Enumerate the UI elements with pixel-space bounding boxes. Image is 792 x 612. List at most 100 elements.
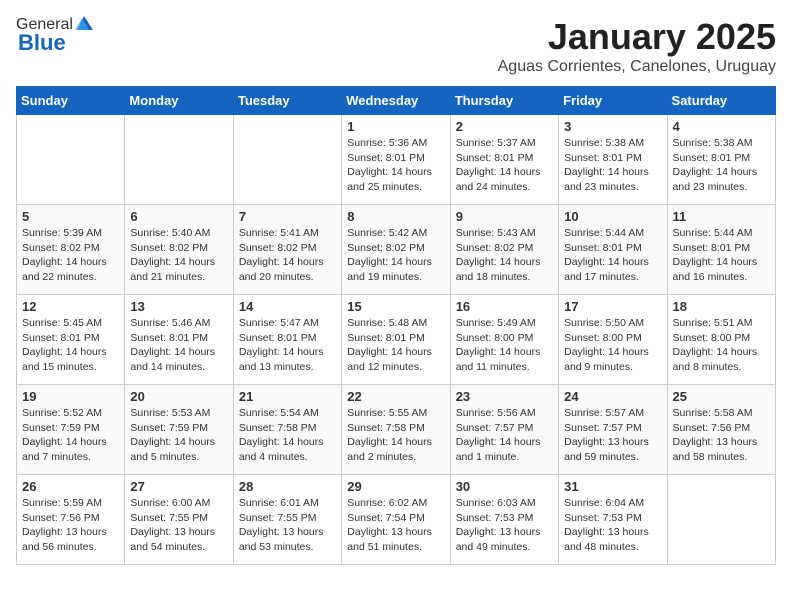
day-number: 14 <box>239 299 336 314</box>
weekday-header: Thursday <box>450 87 558 115</box>
day-number: 12 <box>22 299 119 314</box>
location-subtitle: Aguas Corrientes, Canelones, Uruguay <box>498 58 776 76</box>
day-number: 10 <box>564 209 661 224</box>
day-number: 6 <box>130 209 227 224</box>
page-header: General Blue January 2025 Aguas Corrient… <box>16 16 776 76</box>
calendar-day-cell: 6 Sunrise: 5:40 AM Sunset: 8:02 PM Daylig… <box>125 205 233 295</box>
calendar-week-row: 19 Sunrise: 5:52 AM Sunset: 7:59 PM Dayli… <box>17 385 776 475</box>
calendar-day-cell: 30 Sunrise: 6:03 AM Sunset: 7:53 PM Dayli… <box>450 475 558 565</box>
logo: General Blue <box>16 16 93 56</box>
calendar-day-cell: 25Sunrise: 5:58 AM Sunset: 7:56 PM Dayli… <box>667 385 775 475</box>
calendar-day-cell: 8Sunrise: 5:42 AM Sunset: 8:02 PM Daylig… <box>342 205 450 295</box>
day-info: Sunrise: 5:47 AM Sunset: 8:01 PM Dayligh… <box>239 316 336 375</box>
day-info: Sunrise: 5:41 AM Sunset: 8:02 PM Dayligh… <box>239 226 336 285</box>
day-number: 3 <box>564 119 661 134</box>
calendar-day-cell: 3Sunrise: 5:38 AM Sunset: 8:01 PM Daylig… <box>559 115 667 205</box>
day-number: 17 <box>564 299 661 314</box>
calendar-day-cell: 10 Sunrise: 5:44 AM Sunset: 8:01 PM Dayli… <box>559 205 667 295</box>
day-info: Sunrise: 6:04 AM Sunset: 7:53 PM Dayligh… <box>564 496 661 555</box>
day-number: 11 <box>673 209 770 224</box>
calendar-day-cell: 19 Sunrise: 5:52 AM Sunset: 7:59 PM Dayli… <box>17 385 125 475</box>
day-info: Sunrise: 5:51 AM Sunset: 8:00 PM Dayligh… <box>673 316 770 375</box>
calendar-day-cell: 2 Sunrise: 5:37 AM Sunset: 8:01 PM Daylig… <box>450 115 558 205</box>
day-info: Sunrise: 5:48 AM Sunset: 8:01 PM Dayligh… <box>347 316 444 375</box>
weekday-header: Friday <box>559 87 667 115</box>
day-info: Sunrise: 5:49 AM Sunset: 8:00 PM Dayligh… <box>456 316 553 375</box>
day-number: 23 <box>456 389 553 404</box>
day-number: 25 <box>673 389 770 404</box>
day-number: 28 <box>239 479 336 494</box>
day-info: Sunrise: 5:59 AM Sunset: 7:56 PM Dayligh… <box>22 496 119 555</box>
day-info: Sunrise: 6:03 AM Sunset: 7:53 PM Dayligh… <box>456 496 553 555</box>
day-number: 26 <box>22 479 119 494</box>
calendar-day-cell: 20Sunrise: 5:53 AM Sunset: 7:59 PM Dayli… <box>125 385 233 475</box>
day-number: 5 <box>22 209 119 224</box>
calendar-day-cell: 4 Sunrise: 5:38 AM Sunset: 8:01 PM Daylig… <box>667 115 775 205</box>
day-number: 19 <box>22 389 119 404</box>
day-number: 2 <box>456 119 553 134</box>
day-info: Sunrise: 5:46 AM Sunset: 8:01 PM Dayligh… <box>130 316 227 375</box>
weekday-header: Sunday <box>17 87 125 115</box>
day-number: 29 <box>347 479 444 494</box>
calendar-day-cell <box>17 115 125 205</box>
day-info: Sunrise: 5:44 AM Sunset: 8:01 PM Dayligh… <box>564 226 661 285</box>
calendar-day-cell: 28Sunrise: 6:01 AM Sunset: 7:55 PM Dayli… <box>233 475 341 565</box>
day-number: 9 <box>456 209 553 224</box>
calendar-day-cell: 31Sunrise: 6:04 AM Sunset: 7:53 PM Dayli… <box>559 475 667 565</box>
calendar-day-cell: 13 Sunrise: 5:46 AM Sunset: 8:01 PM Dayli… <box>125 295 233 385</box>
day-number: 18 <box>673 299 770 314</box>
calendar-day-cell: 15 Sunrise: 5:48 AM Sunset: 8:01 PM Dayli… <box>342 295 450 385</box>
calendar-day-cell: 5 Sunrise: 5:39 AM Sunset: 8:02 PM Daylig… <box>17 205 125 295</box>
day-number: 13 <box>130 299 227 314</box>
calendar-week-row: 26 Sunrise: 5:59 AM Sunset: 7:56 PM Dayli… <box>17 475 776 565</box>
weekday-header: Monday <box>125 87 233 115</box>
day-info: Sunrise: 5:57 AM Sunset: 7:57 PM Dayligh… <box>564 406 661 465</box>
calendar-day-cell <box>667 475 775 565</box>
calendar-week-row: 1Sunrise: 5:36 AM Sunset: 8:01 PM Daylig… <box>17 115 776 205</box>
calendar-day-cell <box>233 115 341 205</box>
calendar-day-cell: 23 Sunrise: 5:56 AM Sunset: 7:57 PM Dayli… <box>450 385 558 475</box>
day-info: Sunrise: 5:42 AM Sunset: 8:02 PM Dayligh… <box>347 226 444 285</box>
day-info: Sunrise: 5:56 AM Sunset: 7:57 PM Dayligh… <box>456 406 553 465</box>
calendar-day-cell: 11 Sunrise: 5:44 AM Sunset: 8:01 PM Dayli… <box>667 205 775 295</box>
calendar-week-row: 12 Sunrise: 5:45 AM Sunset: 8:01 PM Dayli… <box>17 295 776 385</box>
day-info: Sunrise: 5:45 AM Sunset: 8:01 PM Dayligh… <box>22 316 119 375</box>
calendar-day-cell: 12 Sunrise: 5:45 AM Sunset: 8:01 PM Dayli… <box>17 295 125 385</box>
title-block: January 2025 Aguas Corrientes, Canelones… <box>498 16 776 76</box>
day-info: Sunrise: 6:02 AM Sunset: 7:54 PM Dayligh… <box>347 496 444 555</box>
calendar-header-row: SundayMondayTuesdayWednesdayThursdayFrid… <box>17 87 776 115</box>
calendar-day-cell: 14 Sunrise: 5:47 AM Sunset: 8:01 PM Dayli… <box>233 295 341 385</box>
calendar-day-cell: 29 Sunrise: 6:02 AM Sunset: 7:54 PM Dayli… <box>342 475 450 565</box>
logo-icon <box>75 16 93 30</box>
day-info: Sunrise: 5:44 AM Sunset: 8:01 PM Dayligh… <box>673 226 770 285</box>
day-number: 4 <box>673 119 770 134</box>
weekday-header: Saturday <box>667 87 775 115</box>
calendar-day-cell: 21Sunrise: 5:54 AM Sunset: 7:58 PM Dayli… <box>233 385 341 475</box>
calendar-table: SundayMondayTuesdayWednesdayThursdayFrid… <box>16 86 776 565</box>
day-info: Sunrise: 5:37 AM Sunset: 8:01 PM Dayligh… <box>456 136 553 195</box>
day-info: Sunrise: 6:00 AM Sunset: 7:55 PM Dayligh… <box>130 496 227 555</box>
weekday-header: Tuesday <box>233 87 341 115</box>
day-info: Sunrise: 5:39 AM Sunset: 8:02 PM Dayligh… <box>22 226 119 285</box>
day-info: Sunrise: 5:54 AM Sunset: 7:58 PM Dayligh… <box>239 406 336 465</box>
day-number: 27 <box>130 479 227 494</box>
day-number: 22 <box>347 389 444 404</box>
calendar-day-cell: 24 Sunrise: 5:57 AM Sunset: 7:57 PM Dayli… <box>559 385 667 475</box>
day-info: Sunrise: 5:36 AM Sunset: 8:01 PM Dayligh… <box>347 136 444 195</box>
month-title: January 2025 <box>498 16 776 58</box>
day-number: 16 <box>456 299 553 314</box>
day-number: 24 <box>564 389 661 404</box>
day-number: 30 <box>456 479 553 494</box>
day-info: Sunrise: 5:52 AM Sunset: 7:59 PM Dayligh… <box>22 406 119 465</box>
calendar-day-cell: 9 Sunrise: 5:43 AM Sunset: 8:02 PM Daylig… <box>450 205 558 295</box>
day-number: 15 <box>347 299 444 314</box>
day-info: Sunrise: 5:43 AM Sunset: 8:02 PM Dayligh… <box>456 226 553 285</box>
calendar-day-cell: 18 Sunrise: 5:51 AM Sunset: 8:00 PM Dayli… <box>667 295 775 385</box>
calendar-day-cell: 7 Sunrise: 5:41 AM Sunset: 8:02 PM Daylig… <box>233 205 341 295</box>
calendar-day-cell <box>125 115 233 205</box>
calendar-week-row: 5 Sunrise: 5:39 AM Sunset: 8:02 PM Daylig… <box>17 205 776 295</box>
calendar-day-cell: 16 Sunrise: 5:49 AM Sunset: 8:00 PM Dayli… <box>450 295 558 385</box>
day-info: Sunrise: 5:38 AM Sunset: 8:01 PM Dayligh… <box>673 136 770 195</box>
day-info: Sunrise: 5:40 AM Sunset: 8:02 PM Dayligh… <box>130 226 227 285</box>
day-number: 7 <box>239 209 336 224</box>
